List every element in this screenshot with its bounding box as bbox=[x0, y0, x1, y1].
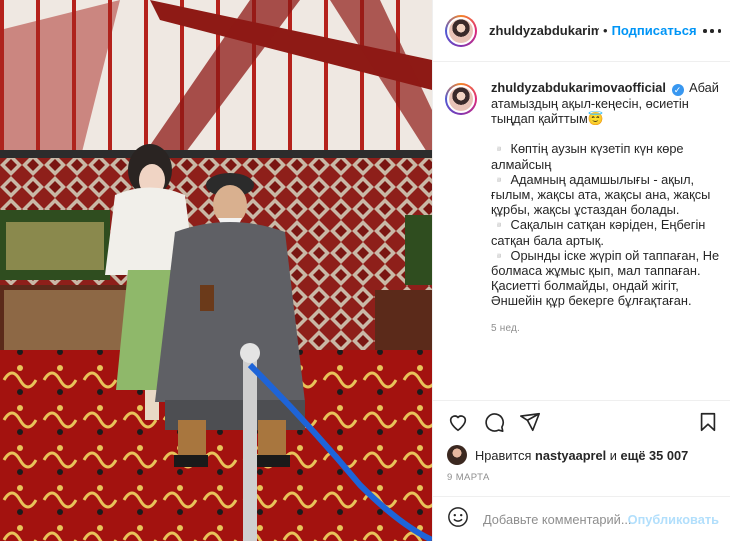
likes-count-link[interactable]: ещё 35 007 bbox=[620, 448, 688, 463]
caption-line: ▫️ Көптің аузын күзетіп күн көре алмайсы… bbox=[491, 141, 684, 172]
more-icon[interactable] bbox=[703, 22, 721, 40]
caption-avatar[interactable] bbox=[445, 83, 477, 115]
avatar[interactable] bbox=[445, 14, 477, 47]
post-side-panel: zhuldyzabdukarimovaofficial • Подписатьс… bbox=[432, 0, 730, 541]
verified-icon: ✓ bbox=[671, 84, 684, 96]
caption-line: ▫️ Сақалын сатқан кәріден, Еңбегін сатқа… bbox=[491, 217, 706, 248]
caption-username[interactable]: zhuldyzabdukarimovaofficial bbox=[491, 80, 666, 95]
likes-mid: и bbox=[609, 447, 617, 463]
yurt-interior-photo bbox=[0, 0, 432, 541]
share-icon[interactable] bbox=[519, 411, 541, 433]
actions-section: Нравится nastyaaprel и ещё 35 007 9 МАРТ… bbox=[433, 400, 730, 541]
follow-button[interactable]: Подписаться bbox=[612, 23, 697, 38]
caption: zhuldyzabdukarimovaofficial ✓ Абай атамы… bbox=[445, 80, 725, 336]
header-username[interactable]: zhuldyzabdukarimovaofficial bbox=[489, 23, 599, 38]
likes-line: Нравится nastyaaprel и ещё 35 007 bbox=[447, 445, 688, 465]
emoji-icon[interactable] bbox=[447, 506, 469, 533]
comment-input[interactable] bbox=[483, 512, 633, 527]
post-date[interactable]: 9 МАРТА bbox=[447, 472, 490, 483]
liker-avatar[interactable] bbox=[447, 445, 467, 465]
comment-bar: Опубликовать bbox=[433, 496, 730, 541]
likes-prefix: Нравится bbox=[475, 447, 532, 463]
caption-line: ▫️ Адамның адамшылығы - ақыл, ғылым, жақ… bbox=[491, 171, 711, 218]
bookmark-icon[interactable] bbox=[697, 411, 719, 433]
separator-dot: • bbox=[603, 23, 608, 38]
liker-username[interactable]: nastyaaprel bbox=[535, 448, 606, 463]
caption-line: ▫️ Орынды іске жүріп ой таппаған, Не бол… bbox=[491, 247, 720, 309]
post-header: zhuldyzabdukarimovaofficial • Подписатьс… bbox=[433, 0, 730, 62]
comment-icon[interactable] bbox=[483, 411, 505, 433]
heart-icon[interactable] bbox=[447, 411, 469, 433]
publish-button[interactable]: Опубликовать bbox=[628, 512, 719, 527]
post-timestamp[interactable]: 5 нед. bbox=[491, 321, 725, 336]
post-photo[interactable] bbox=[0, 0, 432, 541]
